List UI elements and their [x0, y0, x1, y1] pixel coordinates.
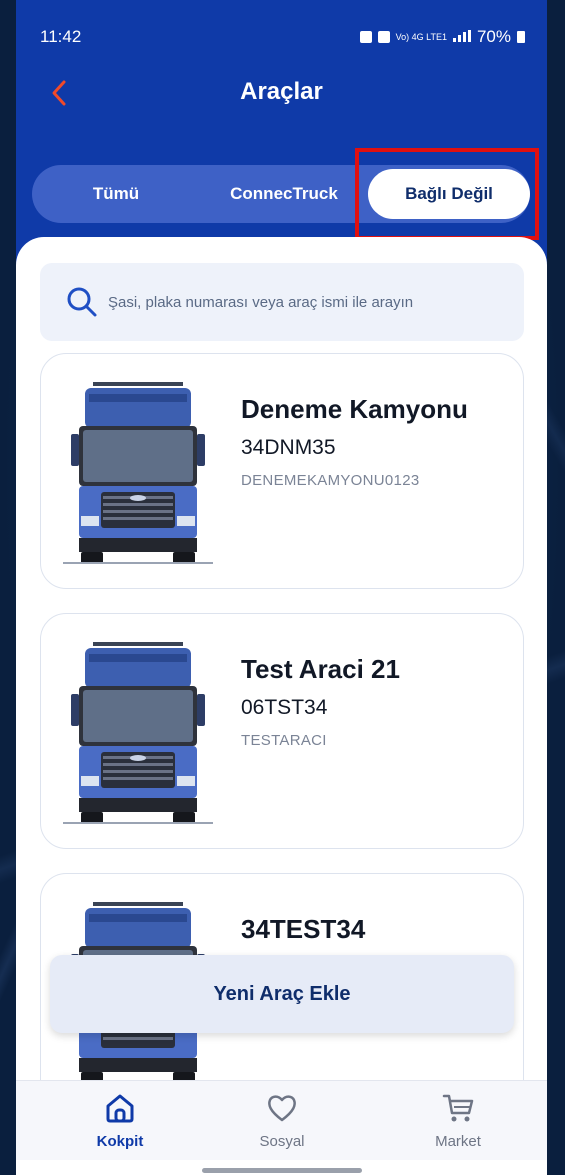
- nav-item-kokpit[interactable]: Kokpit: [60, 1091, 180, 1150]
- page-title: Araçlar: [240, 78, 323, 105]
- cart-icon: [442, 1094, 474, 1122]
- nav-label: Market: [435, 1133, 481, 1150]
- tab-connectruck[interactable]: ConnecTruck: [200, 165, 368, 223]
- heart-icon: [268, 1095, 296, 1122]
- nav-label: Sosyal: [259, 1133, 305, 1150]
- search-placeholder: Şasi, plaka numarası veya araç ismi ile …: [108, 293, 414, 311]
- vehicle-code: DENEMEKAMYONU0123: [241, 472, 420, 489]
- nav-item-sosyal[interactable]: Sosyal: [222, 1091, 342, 1150]
- search-input[interactable]: Şasi, plaka numarası veya araç ismi ile …: [40, 263, 524, 341]
- vehicle-plate: 06TST34: [241, 696, 328, 719]
- battery-level: 70%: [476, 27, 511, 46]
- app-header: 11:42 Vo) 4G LTE1 70% Araçlar Tümü Conne…: [16, 0, 547, 270]
- status-bar: 11:42 Vo) 4G LTE1 70%: [16, 0, 547, 70]
- truck-image: [63, 382, 213, 564]
- status-icons: Vo) 4G LTE1 70%: [359, 27, 525, 47]
- truck-image: [63, 642, 213, 824]
- vehicle-code: TESTARACI: [241, 732, 327, 749]
- battery-icon: [517, 31, 525, 43]
- vehicle-card[interactable]: Deneme Kamyonu 34DNM35 DENEMEKAMYONU0123: [40, 353, 524, 589]
- alarm-icon: [359, 31, 372, 43]
- highlight-annotation: [355, 148, 539, 240]
- vehicle-list-sheet: Şasi, plaka numarası veya araç ismi ile …: [16, 237, 547, 1175]
- vehicle-card[interactable]: Test Araci 21 06TST34 TESTARACI: [40, 613, 524, 849]
- search-icon: [67, 287, 97, 317]
- vehicle-name: Deneme Kamyonu: [241, 394, 468, 424]
- vehicle-plate: 34DNM35: [241, 436, 336, 459]
- notification-icon: [377, 31, 390, 43]
- add-vehicle-button[interactable]: Yeni Araç Ekle: [50, 955, 514, 1033]
- network-indicator: Vo) 4G LTE1: [395, 31, 447, 42]
- home-indicator[interactable]: [202, 1168, 362, 1173]
- signal-icon: [452, 29, 471, 46]
- vehicle-name: Test Araci 21: [241, 654, 400, 684]
- nav-label: Kokpit: [96, 1133, 144, 1150]
- app-screen: 11:42 Vo) 4G LTE1 70% Araçlar Tümü Conne…: [16, 0, 547, 1175]
- vehicle-name: 34TEST34: [241, 914, 366, 944]
- bottom-nav: Kokpit Sosyal Market: [16, 1080, 547, 1160]
- tab-all[interactable]: Tümü: [32, 165, 200, 223]
- home-icon: [106, 1094, 134, 1123]
- status-time: 11:42: [40, 27, 82, 46]
- nav-item-market[interactable]: Market: [398, 1091, 518, 1150]
